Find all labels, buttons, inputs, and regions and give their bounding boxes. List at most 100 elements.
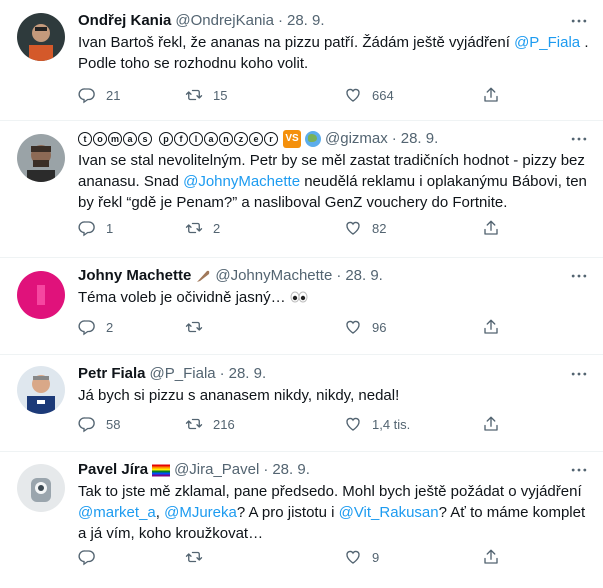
- tweet[interactable]: Johny Machette @JohnyMachette · 28. 9. T…: [0, 258, 603, 355]
- like-button[interactable]: 9: [344, 548, 379, 566]
- like-icon: [344, 548, 362, 566]
- share-icon: [482, 219, 500, 237]
- like-icon: [344, 318, 362, 336]
- retweet-icon: [185, 318, 203, 336]
- reply-icon: [78, 318, 96, 336]
- name-letter: e: [249, 132, 263, 146]
- share-button[interactable]: [482, 548, 500, 566]
- text-segment: ,: [155, 504, 165, 521]
- avatar[interactable]: [17, 134, 65, 182]
- reply-button[interactable]: 1: [78, 219, 113, 237]
- display-name[interactable]: Pavel Jíra: [78, 460, 148, 480]
- mention-link[interactable]: @P_Fiala: [514, 34, 580, 51]
- tweet-actions: 9: [78, 548, 518, 568]
- name-letter: t: [78, 132, 92, 146]
- reply-button[interactable]: 58: [78, 415, 120, 433]
- timestamp[interactable]: 28. 9.: [345, 266, 383, 286]
- separator-dot: ·: [391, 130, 397, 147]
- name-letter: a: [123, 132, 137, 146]
- reply-count: 2: [106, 319, 114, 335]
- timestamp[interactable]: 28. 9.: [287, 11, 325, 31]
- more-icon[interactable]: [569, 460, 589, 480]
- display-name[interactable]: Petr Fiala: [78, 364, 146, 384]
- user-handle[interactable]: @gizmax: [325, 129, 388, 149]
- like-count: 664: [372, 87, 394, 103]
- timestamp[interactable]: 28. 9.: [229, 364, 267, 384]
- avatar[interactable]: [17, 366, 65, 414]
- retweet-count: 216: [213, 416, 235, 432]
- tweet[interactable]: Pavel Jíra @Jira_Pavel · 28. 9. Tak to j…: [0, 452, 603, 588]
- tweet-text: Tak to jste mě zklamal, pane předsedo. M…: [78, 481, 595, 544]
- separator-dot: ·: [219, 365, 225, 382]
- name-letter: o: [93, 132, 107, 146]
- mention-link[interactable]: @Vit_Rakusan: [339, 504, 439, 521]
- name-letter: z: [234, 132, 248, 146]
- user-handle[interactable]: @OndrejKania: [175, 11, 274, 31]
- name-letter: r: [264, 132, 278, 146]
- share-button[interactable]: [482, 415, 500, 433]
- reply-button[interactable]: [78, 548, 106, 566]
- user-handle[interactable]: @Jira_Pavel: [174, 460, 259, 480]
- display-name[interactable]: tomaspflanzer: [78, 132, 279, 146]
- user-handle[interactable]: @P_Fiala: [150, 364, 216, 384]
- user-handle[interactable]: @JohnyMachette: [215, 266, 332, 286]
- like-button[interactable]: 82: [344, 219, 386, 237]
- more-icon[interactable]: [569, 129, 589, 149]
- reply-icon: [78, 219, 96, 237]
- share-icon: [482, 318, 500, 336]
- like-count: 82: [372, 220, 387, 236]
- text-segment: Téma voleb je očividně jasný…: [78, 289, 286, 306]
- like-button[interactable]: 664: [344, 86, 394, 104]
- like-button[interactable]: 1,4 tis.: [344, 415, 410, 433]
- avatar[interactable]: [17, 13, 65, 61]
- timestamp[interactable]: 28. 9.: [272, 460, 310, 480]
- like-count: 96: [372, 319, 387, 335]
- display-name[interactable]: Johny Machette: [78, 266, 191, 286]
- tweet[interactable]: Petr Fiala @P_Fiala · 28. 9. Já bych si …: [0, 355, 603, 452]
- more-icon[interactable]: [569, 11, 589, 31]
- name-letter: n: [219, 132, 233, 146]
- retweet-button[interactable]: [185, 548, 213, 566]
- share-button[interactable]: [482, 318, 500, 336]
- separator-dot: ·: [277, 12, 283, 29]
- reply-count: 21: [106, 87, 121, 103]
- like-icon: [344, 86, 362, 104]
- tweet-text: Ivan Bartoš řekl, že ananas na pizzu pat…: [78, 32, 595, 74]
- retweet-icon: [185, 415, 203, 433]
- avatar[interactable]: [17, 464, 65, 512]
- retweet-button[interactable]: [185, 318, 213, 336]
- display-name[interactable]: Ondřej Kania: [78, 11, 171, 31]
- avatar[interactable]: [17, 271, 65, 319]
- name-letter: a: [204, 132, 218, 146]
- share-button[interactable]: [482, 219, 500, 237]
- retweet-button[interactable]: 216: [185, 415, 235, 433]
- reply-icon: [78, 415, 96, 433]
- mention-link[interactable]: @JohnyMachette: [183, 173, 300, 190]
- share-button[interactable]: [482, 86, 500, 104]
- eyes-emoji-icon: [290, 288, 308, 309]
- like-count: 1,4 tis.: [372, 416, 411, 432]
- more-icon[interactable]: [569, 364, 589, 384]
- tweet-text: Ivan se stal nevolitelným. Petr by se mě…: [78, 150, 595, 213]
- retweet-button[interactable]: 2: [185, 219, 220, 237]
- name-letter: f: [174, 132, 188, 146]
- share-icon: [482, 548, 500, 566]
- retweet-button[interactable]: 15: [185, 86, 227, 104]
- tweet-header: tomaspflanzer VS @gizmax · 28. 9.: [78, 129, 595, 149]
- name-letter: m: [108, 132, 122, 146]
- text-segment: Já bych si pizzu s ananasem nikdy, nikdy…: [78, 387, 400, 404]
- reply-button[interactable]: 21: [78, 86, 120, 104]
- more-icon[interactable]: [569, 266, 589, 286]
- mention-link[interactable]: @MJureka: [164, 504, 237, 521]
- tweet[interactable]: Ondřej Kania @OndrejKania · 28. 9. Ivan …: [0, 0, 603, 121]
- tweet-header: Johny Machette @JohnyMachette · 28. 9.: [78, 266, 595, 286]
- vs-emoji-icon: VS: [283, 130, 301, 148]
- tweet[interactable]: tomaspflanzer VS @gizmax · 28. 9. Ivan s…: [0, 121, 603, 258]
- name-letter: p: [159, 132, 173, 146]
- mention-link[interactable]: @market_a: [78, 504, 156, 521]
- reply-button[interactable]: 2: [78, 318, 113, 336]
- tweet-header: Pavel Jíra @Jira_Pavel · 28. 9.: [78, 460, 595, 480]
- like-button[interactable]: 96: [344, 318, 386, 336]
- timestamp[interactable]: 28. 9.: [401, 129, 439, 149]
- tweet-header: Petr Fiala @P_Fiala · 28. 9.: [78, 364, 595, 384]
